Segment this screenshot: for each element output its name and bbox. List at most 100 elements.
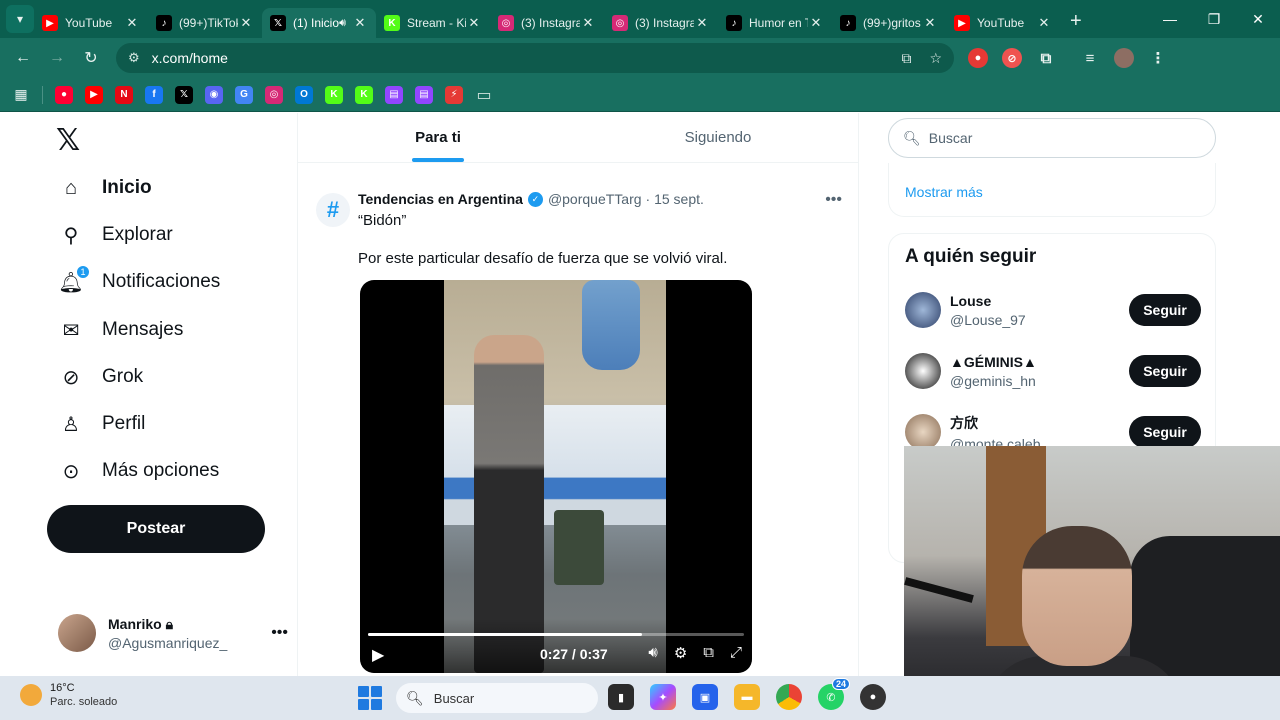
browser-tab[interactable]: K Stream - Kick✕ xyxy=(376,8,490,38)
translate-icon[interactable]: G xyxy=(235,85,253,104)
youtube-icon[interactable]: ▶ xyxy=(85,85,103,104)
flash-icon[interactable]: ⚡︎ xyxy=(445,85,463,104)
bookmark-star-icon[interactable]: ☆ xyxy=(929,50,942,67)
browser-tab[interactable]: 𝕏 (1) Inicio / X🔊︎ ✕ xyxy=(262,8,376,38)
close-window-icon[interactable]: ✕ xyxy=(1236,0,1280,38)
avatar[interactable] xyxy=(905,353,941,389)
netflix-icon[interactable]: N xyxy=(115,85,133,104)
nav-item-más-opciones[interactable]: ⊙ Más opciones xyxy=(58,458,220,484)
settings-gear-icon[interactable]: ⚙ xyxy=(674,644,687,662)
browser-tab[interactable]: ♪ Humor en TikTok✕ xyxy=(718,8,832,38)
kick-icon[interactable]: K xyxy=(355,85,373,104)
post-button[interactable]: Postear xyxy=(47,505,265,553)
search-input[interactable]: 🔍︎ Buscar xyxy=(888,118,1216,158)
site-info-icon[interactable]: ⚙ xyxy=(128,50,140,66)
obs-icon[interactable]: ● xyxy=(860,684,886,710)
install-app-icon[interactable]: ⧉ xyxy=(901,50,911,67)
browser-menu-icon[interactable]: ⋮ xyxy=(1148,48,1168,68)
follow-button[interactable]: Seguir xyxy=(1129,294,1201,326)
nav-item-notificaciones[interactable]: 🔔︎ 1 Notificaciones xyxy=(58,265,220,295)
twitch-icon[interactable]: ▤ xyxy=(385,85,403,104)
omnibox[interactable]: ⚙ x.com/home ⧉ ☆ xyxy=(116,43,954,73)
restore-icon[interactable]: ❐ xyxy=(1192,0,1236,38)
tab-close-icon[interactable]: ✕ xyxy=(580,15,596,31)
tab-close-icon[interactable]: ✕ xyxy=(238,15,254,31)
video-player[interactable]: ▶ 0:27 / 0:37 🔊︎ ⚙ ⧉ ⤢ ☝︎ xyxy=(360,280,752,673)
browser-tab[interactable]: ♪ (99+)TikTok ✕ xyxy=(148,8,262,38)
fullscreen-icon[interactable]: ⤢ xyxy=(730,644,742,662)
store-icon[interactable]: ▣ xyxy=(692,684,718,710)
minimize-icon[interactable]: — xyxy=(1148,0,1192,38)
block-extension-icon[interactable]: ⊘ xyxy=(1002,48,1022,68)
account-switcher[interactable]: Manriko 🔒︎ @Agusmanriquez_ ••• xyxy=(58,613,288,653)
browser-tab[interactable]: ▶ YouTube ✕ xyxy=(946,8,1060,38)
browser-tab[interactable]: ♪ (99+)gritos ✕ xyxy=(832,8,946,38)
twitch-icon[interactable]: ▤ xyxy=(415,85,433,104)
volume-icon[interactable]: 🔊︎ xyxy=(648,644,657,662)
extensions-puzzle-icon[interactable]: ⧉ xyxy=(1036,48,1056,68)
browser-tab[interactable]: ◎ (3) Instagram✕ xyxy=(604,8,718,38)
nav-item-inicio[interactable]: ⌂ Inicio xyxy=(58,175,152,201)
tab-para-ti[interactable]: Para ti xyxy=(298,113,578,162)
chrome-icon[interactable] xyxy=(776,684,802,710)
whatsapp-icon[interactable]: ✆ 24 xyxy=(818,678,850,710)
tab-close-icon[interactable]: ✕ xyxy=(1036,15,1052,31)
pip-icon[interactable]: ⧉ xyxy=(703,644,714,662)
tab-siguiendo[interactable]: Siguiendo xyxy=(578,113,858,162)
follow-button[interactable]: Seguir xyxy=(1129,355,1201,387)
browser-tab[interactable]: ◎ (3) Instagram✕ xyxy=(490,8,604,38)
hashtag-avatar-icon[interactable]: # xyxy=(316,193,350,227)
discord-icon[interactable]: ◉ xyxy=(205,85,223,104)
nav-item-perfil[interactable]: ♙ Perfil xyxy=(58,411,145,437)
video-progress-bar[interactable] xyxy=(368,633,744,636)
adblock-extension-icon[interactable]: ● xyxy=(968,48,988,68)
reload-icon[interactable]: ↻ xyxy=(74,48,108,68)
tweet-author[interactable]: Tendencias en Argentina xyxy=(358,191,523,207)
kick-icon[interactable]: K xyxy=(325,85,343,104)
follow-suggestion[interactable]: Louse @Louse_97 Seguir xyxy=(905,290,1201,330)
play-icon[interactable]: ▶ xyxy=(372,645,384,665)
tab-close-icon[interactable]: ✕ xyxy=(466,15,482,31)
nav-item-mensajes[interactable]: ✉ Mensajes xyxy=(58,317,184,343)
tab-close-icon[interactable]: ✕ xyxy=(808,15,824,31)
nav-item-explorar[interactable]: ⚲ Explorar xyxy=(58,222,173,248)
nav-item-grok[interactable]: ⊘ Grok xyxy=(58,364,144,390)
suggestion-name[interactable]: Louse xyxy=(950,293,1026,309)
tab-close-icon[interactable]: ✕ xyxy=(124,15,140,31)
file-explorer-icon[interactable]: ▬ xyxy=(734,684,760,710)
account-more-icon[interactable]: ••• xyxy=(271,624,288,642)
new-tab-button[interactable]: + xyxy=(1070,10,1082,33)
apps-grid-icon[interactable]: ▦ xyxy=(12,86,30,104)
outlook-icon[interactable]: O xyxy=(295,85,313,104)
x-icon[interactable]: 𝕏 xyxy=(175,85,193,104)
x-logo-icon[interactable]: 𝕏 xyxy=(56,123,80,158)
youtube-music-icon[interactable]: ● xyxy=(55,85,73,104)
show-more-link[interactable]: Mostrar más xyxy=(905,184,983,200)
instagram-icon[interactable]: ◎ xyxy=(265,85,283,104)
tweet-more-icon[interactable]: ••• xyxy=(825,191,842,209)
follow-button[interactable]: Seguir xyxy=(1129,416,1201,448)
suggestion-name[interactable]: ▲GÉMINIS▲ xyxy=(950,354,1037,370)
weather-widget[interactable]: 16°C Parc. soleado xyxy=(20,682,117,708)
profile-avatar[interactable] xyxy=(1114,48,1134,68)
tab-search-dropdown-icon[interactable]: ▾ xyxy=(6,5,34,33)
follow-suggestion[interactable]: ▲GÉMINIS▲ @geminis_hn Seguir xyxy=(905,351,1201,391)
media-control-icon[interactable]: ≡ xyxy=(1080,48,1100,68)
forward-icon[interactable]: → xyxy=(40,49,74,67)
back-icon[interactable]: ← xyxy=(6,49,40,67)
tweet-handle[interactable]: @porqueTTarg xyxy=(548,191,642,207)
windows-start-icon[interactable] xyxy=(358,686,382,710)
folder-icon[interactable]: ▭ xyxy=(475,86,493,104)
avatar[interactable] xyxy=(905,292,941,328)
avatar[interactable] xyxy=(905,414,941,450)
tab-audio-icon[interactable]: 🔊︎ xyxy=(339,17,346,30)
task-view-icon[interactable]: ▮ xyxy=(608,684,634,710)
tab-close-icon[interactable]: ✕ xyxy=(352,15,368,31)
browser-tab[interactable]: ▶ YouTube ✕ xyxy=(34,8,148,38)
tab-close-icon[interactable]: ✕ xyxy=(694,15,710,31)
suggestion-name[interactable]: 方欣 xyxy=(950,413,1040,433)
copilot-icon[interactable]: ✦ xyxy=(650,684,676,710)
facebook-icon[interactable]: f xyxy=(145,85,163,104)
tweet-date[interactable]: · 15 sept. xyxy=(646,191,704,207)
tab-close-icon[interactable]: ✕ xyxy=(922,15,938,31)
